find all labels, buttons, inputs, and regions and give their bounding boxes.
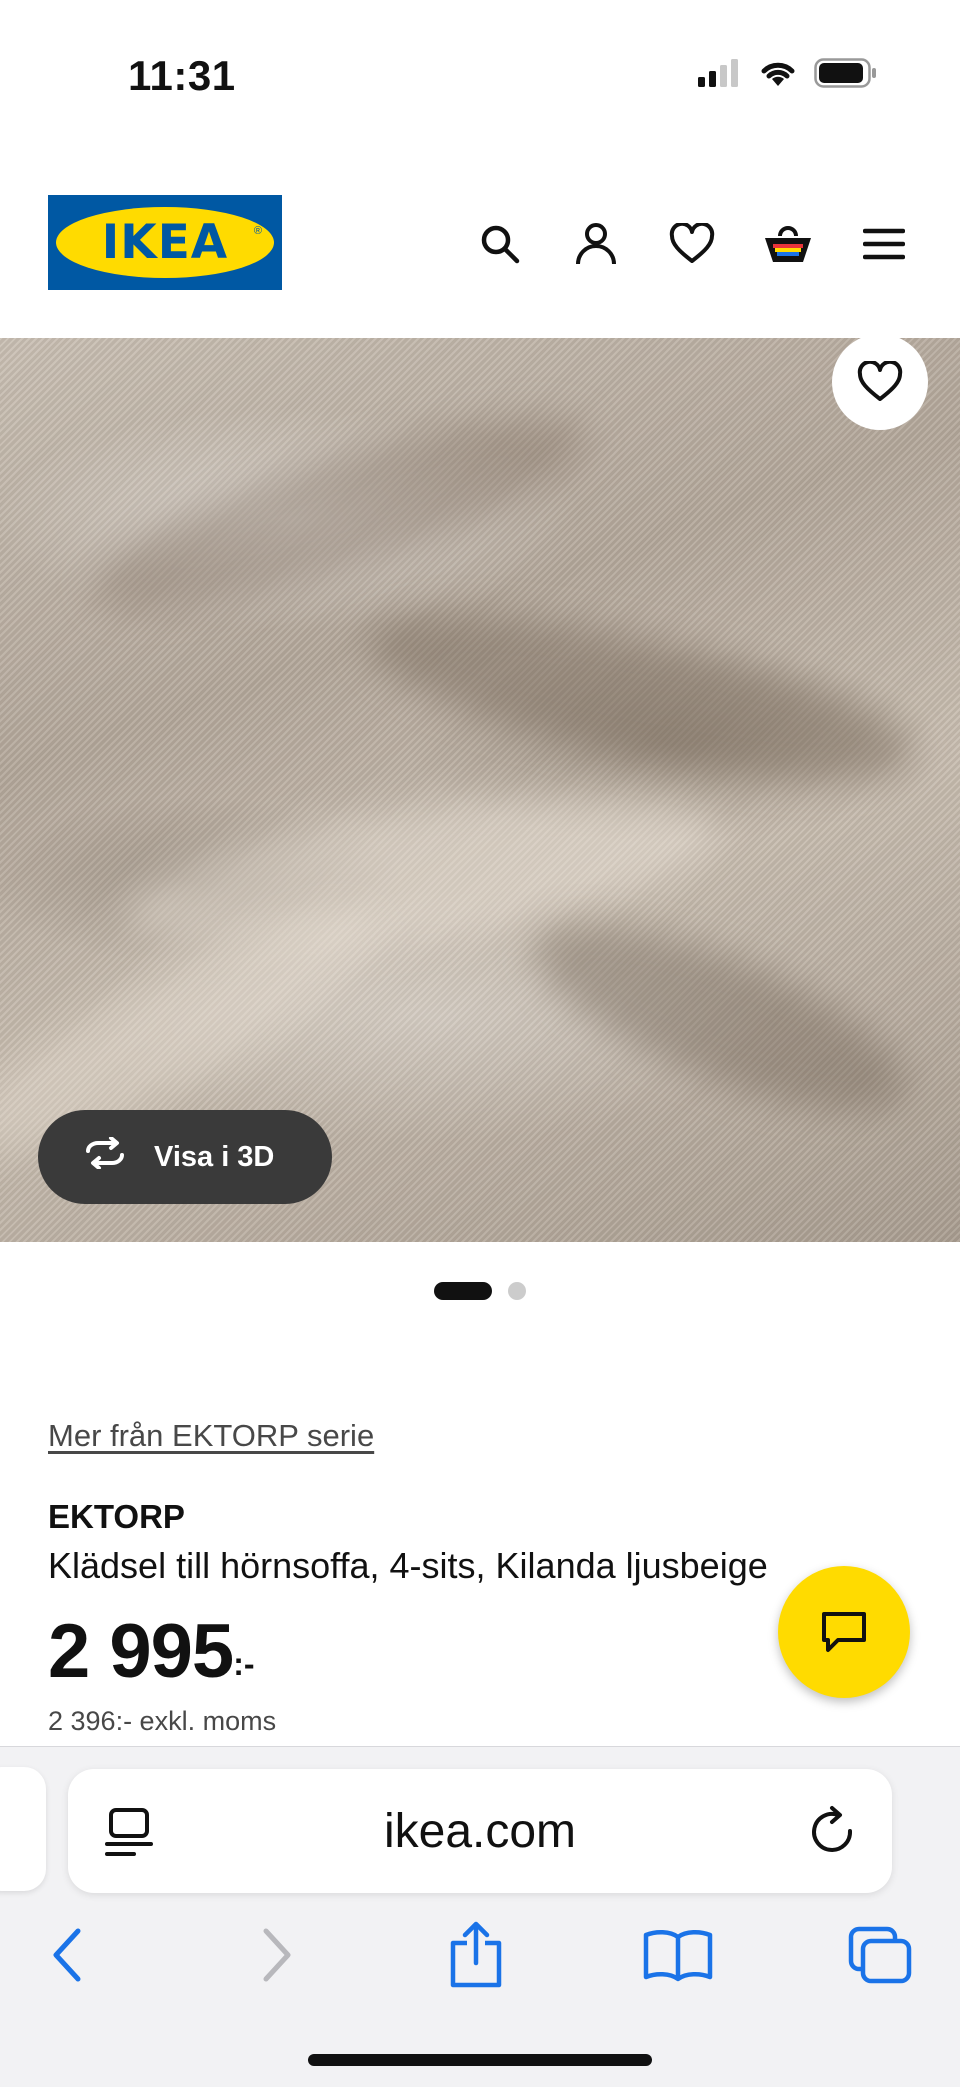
search-icon[interactable]	[472, 216, 528, 272]
browser-nav-toolbar	[0, 1915, 960, 2005]
url-text: ikea.com	[383, 1804, 577, 1858]
chat-button[interactable]	[778, 1566, 910, 1698]
add-to-favorites-button[interactable]	[832, 334, 928, 430]
wifi-icon	[758, 58, 798, 93]
shopping-bag-icon[interactable]	[760, 216, 816, 272]
price-suffix: :-	[233, 1646, 255, 1682]
status-time: 11:31	[128, 52, 236, 99]
favorites-heart-icon[interactable]	[664, 216, 720, 272]
fabric-fold-shadow	[512, 887, 928, 1149]
previous-tab-peek[interactable]	[0, 1767, 46, 1891]
status-icons	[698, 58, 878, 93]
browser-toolbar-area: ikea.com	[0, 1746, 960, 2087]
back-icon[interactable]	[28, 1915, 108, 1995]
product-name: EKTORP	[48, 1498, 185, 1535]
view-in-3d-button[interactable]: Visa i 3D	[38, 1110, 332, 1204]
ikea-logo[interactable]: IKEA ®	[48, 195, 282, 290]
header-icons	[472, 216, 912, 272]
forward-icon[interactable]	[236, 1915, 316, 1995]
chat-bubble-icon	[822, 1612, 866, 1652]
site-header: IKEA ®	[0, 150, 960, 338]
share-icon[interactable]	[436, 1915, 516, 1995]
price-excluding-vat: 2 396:- exkl. moms	[48, 1706, 277, 1736]
logo-registered-mark: ®	[253, 225, 262, 237]
bookmarks-icon[interactable]	[638, 1915, 718, 1995]
product-image-fabric[interactable]	[0, 338, 960, 1242]
battery-icon	[814, 58, 878, 93]
image-carousel-dots	[0, 1282, 960, 1300]
product-price: 2 995 :-	[48, 1608, 255, 1695]
fabric-fold-shadow	[75, 380, 605, 646]
rotate-3d-icon	[80, 1136, 130, 1177]
heart-icon	[857, 361, 903, 401]
logo-text: IKEA	[101, 215, 229, 270]
carousel-dot-active[interactable]	[434, 1282, 492, 1300]
status-bar: 11:31	[0, 0, 960, 150]
price-amount: 2 995	[48, 1609, 234, 1694]
tabs-icon[interactable]	[840, 1915, 920, 1995]
fabric-fold-shadow	[353, 581, 927, 815]
carousel-dot[interactable]	[508, 1282, 526, 1300]
home-indicator	[308, 2054, 652, 2066]
series-link[interactable]: Mer från EKTORP serie	[48, 1418, 374, 1454]
address-bar[interactable]: ikea.com	[68, 1769, 892, 1893]
view-in-3d-label: Visa i 3D	[154, 1140, 275, 1173]
menu-icon[interactable]	[856, 216, 912, 272]
reload-icon[interactable]	[810, 1805, 860, 1864]
account-icon[interactable]	[568, 216, 624, 272]
cellular-signal-icon	[698, 59, 742, 92]
product-description: Klädsel till hörnsoffa, 4-sits, Kilanda …	[48, 1545, 768, 1586]
